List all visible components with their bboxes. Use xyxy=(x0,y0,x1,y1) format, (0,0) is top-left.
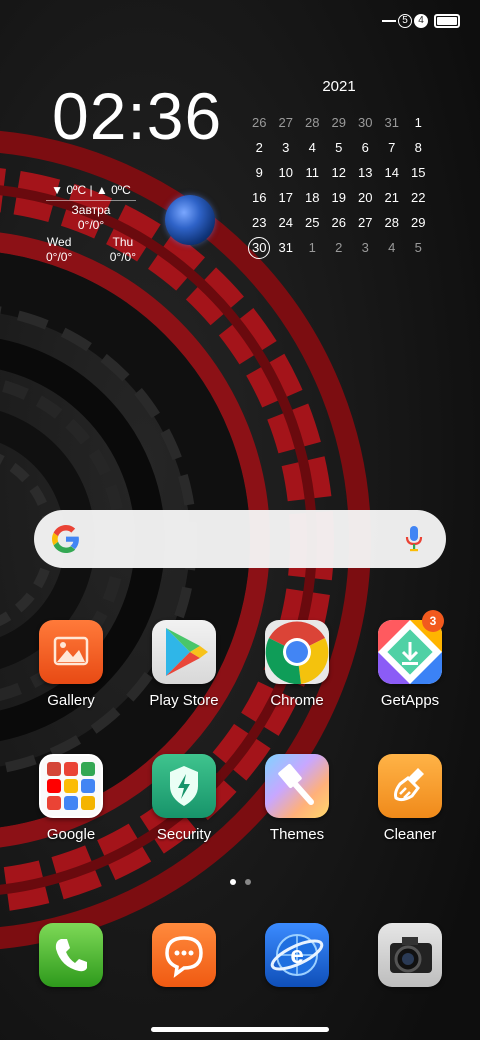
calendar-day[interactable]: 27 xyxy=(273,113,300,132)
calendar-day[interactable]: 24 xyxy=(273,213,300,232)
home-gesture-bar[interactable] xyxy=(151,1027,329,1032)
app-themes[interactable]: Themes xyxy=(247,754,347,843)
sim2-icon: 4 xyxy=(414,14,428,28)
weather-day: Thu 0°/0° xyxy=(109,235,136,264)
app-label: Security xyxy=(156,826,212,843)
weather-tomorrow-temp: 0°/0° xyxy=(77,218,105,232)
page-indicator[interactable] xyxy=(0,879,480,885)
calendar-day[interactable]: 7 xyxy=(379,138,406,157)
dock-messages[interactable] xyxy=(134,923,234,987)
calendar-day[interactable]: 5 xyxy=(405,238,432,257)
sim1-icon: 5 xyxy=(398,14,412,28)
calendar-day[interactable]: 9 xyxy=(246,163,273,182)
calendar-day[interactable]: 29 xyxy=(405,213,432,232)
play-store-icon xyxy=(152,620,216,684)
calendar-day[interactable]: 3 xyxy=(273,138,300,157)
google-folder-icon xyxy=(39,754,103,818)
app-chrome[interactable]: Chrome xyxy=(247,620,347,709)
svg-text:e: e xyxy=(290,942,303,969)
app-security[interactable]: Security xyxy=(134,754,234,843)
app-label: Play Store xyxy=(149,692,219,709)
calendar-day[interactable]: 18 xyxy=(299,188,326,207)
app-label: GetApps xyxy=(380,692,440,709)
calendar-year: 2021 xyxy=(322,78,356,95)
calendar-day[interactable]: 30 xyxy=(352,113,379,132)
calendar-day[interactable]: 12 xyxy=(326,163,353,182)
weather-today: ▼ 0ºC | ▲ 0ºC xyxy=(46,183,136,201)
camera-icon xyxy=(378,923,442,987)
clock-widget[interactable]: 02:36 xyxy=(52,78,222,154)
calendar-day[interactable]: 28 xyxy=(299,113,326,132)
app-label: Cleaner xyxy=(383,826,437,843)
dock-camera[interactable] xyxy=(360,923,460,987)
calendar-day[interactable]: 14 xyxy=(379,163,406,182)
calendar-grid: 26 27 28 29 30 31 1 2 3 4 5 6 7 8 9 10 11 12 13 14 15 16 17 18 1… xyxy=(246,113,432,259)
calendar-day[interactable]: 2 xyxy=(326,238,353,257)
browser-icon: e xyxy=(265,923,329,987)
calendar-day[interactable]: 22 xyxy=(405,188,432,207)
calendar-day[interactable]: 2 xyxy=(246,138,273,157)
chrome-icon xyxy=(265,620,329,684)
app-label: Gallery xyxy=(47,692,95,709)
calendar-day[interactable]: 6 xyxy=(352,138,379,157)
calendar-day[interactable]: 4 xyxy=(299,138,326,157)
app-label: Google xyxy=(46,826,96,843)
calendar-day[interactable]: 20 xyxy=(352,188,379,207)
calendar-day[interactable]: 26 xyxy=(326,213,353,232)
folder-google[interactable]: Google xyxy=(21,754,121,843)
gallery-icon xyxy=(39,620,103,684)
calendar-day[interactable]: 13 xyxy=(352,163,379,182)
app-getapps[interactable]: 3 GetApps xyxy=(360,610,460,709)
calendar-day[interactable]: 27 xyxy=(352,213,379,232)
weather-widget[interactable]: ▼ 0ºC | ▲ 0ºC Завтра 0°/0° Wed 0°/0° Thu… xyxy=(46,183,136,265)
calendar-day[interactable]: 26 xyxy=(246,113,273,132)
calendar-day[interactable]: 31 xyxy=(379,113,406,132)
messages-icon xyxy=(152,923,216,987)
security-icon xyxy=(152,754,216,818)
weather-day: Wed 0°/0° xyxy=(46,235,73,264)
calendar-widget[interactable]: 2021 26 27 28 29 30 31 1 2 3 4 5 6 7 8 9 10 11 12 13 14 15 16… xyxy=(246,78,432,259)
status-bar: 5 4 xyxy=(382,10,460,32)
signal-line-icon xyxy=(382,20,396,22)
app-label: Chrome xyxy=(270,692,324,709)
calendar-day[interactable]: 25 xyxy=(299,213,326,232)
calendar-day[interactable]: 23 xyxy=(246,213,273,232)
calendar-day[interactable]: 19 xyxy=(326,188,353,207)
calendar-day[interactable]: 16 xyxy=(246,188,273,207)
calendar-day[interactable]: 21 xyxy=(379,188,406,207)
calendar-day[interactable]: 1 xyxy=(405,113,432,132)
calendar-day[interactable]: 5 xyxy=(326,138,353,157)
calendar-day[interactable]: 29 xyxy=(326,113,353,132)
battery-full-icon xyxy=(434,14,460,28)
dock-phone[interactable] xyxy=(21,923,121,987)
app-label: Themes xyxy=(269,826,325,843)
page-dot-active xyxy=(229,879,236,885)
sim-indicator: 5 4 xyxy=(382,14,428,28)
app-cleaner[interactable]: Cleaner xyxy=(360,754,460,843)
calendar-day[interactable]: 4 xyxy=(379,238,406,257)
google-g-icon xyxy=(52,525,79,553)
google-search-bar[interactable] xyxy=(34,510,446,568)
app-play-store[interactable]: Play Store xyxy=(134,620,234,709)
calendar-day[interactable]: 8 xyxy=(405,138,432,157)
calendar-day[interactable]: 3 xyxy=(352,238,379,257)
calendar-day[interactable]: 17 xyxy=(273,188,300,207)
calendar-day[interactable]: 10 xyxy=(273,163,300,182)
calendar-day[interactable]: 11 xyxy=(299,163,326,182)
weather-tomorrow-label: Завтра xyxy=(71,203,111,217)
calendar-day[interactable]: 1 xyxy=(299,238,326,257)
app-gallery[interactable]: Gallery xyxy=(21,620,121,709)
page-dot xyxy=(244,879,251,885)
themes-icon xyxy=(265,754,329,818)
calendar-day-today[interactable]: 30 xyxy=(248,237,271,259)
microphone-icon[interactable] xyxy=(404,525,424,553)
calendar-day[interactable]: 31 xyxy=(273,238,300,257)
calendar-day[interactable]: 28 xyxy=(379,213,406,232)
calendar-day[interactable]: 15 xyxy=(405,163,432,182)
cleaner-icon xyxy=(378,754,442,818)
notification-badge: 3 xyxy=(422,610,444,632)
planet-icon xyxy=(165,195,215,245)
dock-browser[interactable]: e xyxy=(247,923,347,987)
phone-icon xyxy=(39,923,103,987)
